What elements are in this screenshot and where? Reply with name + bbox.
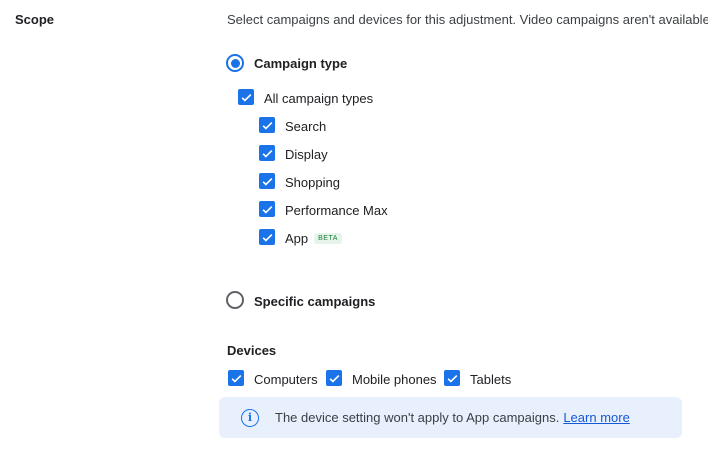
campaign-type-radio[interactable] bbox=[226, 54, 244, 72]
checkmark-icon bbox=[241, 93, 251, 102]
radio-dot bbox=[230, 58, 240, 68]
computers-checkbox[interactable] bbox=[228, 370, 244, 386]
performance-max-checkbox[interactable] bbox=[259, 201, 275, 217]
info-icon: i bbox=[241, 408, 259, 427]
shopping-label[interactable]: Shopping bbox=[285, 175, 340, 190]
search-label[interactable]: Search bbox=[285, 119, 326, 134]
tablets-label[interactable]: Tablets bbox=[470, 372, 511, 387]
all-campaign-types-checkbox[interactable] bbox=[238, 89, 254, 105]
app-checkbox[interactable] bbox=[259, 229, 275, 245]
specific-campaigns-label[interactable]: Specific campaigns bbox=[254, 294, 375, 309]
app-label: App bbox=[285, 231, 309, 246]
search-checkbox[interactable] bbox=[259, 117, 275, 133]
display-label[interactable]: Display bbox=[285, 147, 328, 162]
mobile-phones-checkbox[interactable] bbox=[326, 370, 342, 386]
checkmark-icon bbox=[262, 177, 272, 186]
info-text-wrap: The device setting won't apply to App ca… bbox=[275, 410, 630, 425]
scope-label: Scope bbox=[15, 12, 55, 27]
checkmark-icon bbox=[231, 374, 241, 383]
performance-max-label[interactable]: Performance Max bbox=[285, 203, 388, 218]
info-banner: i The device setting won't apply to App … bbox=[219, 397, 682, 438]
checkmark-icon bbox=[262, 121, 272, 130]
all-campaign-types-label[interactable]: All campaign types bbox=[264, 91, 373, 106]
checkmark-icon bbox=[329, 374, 339, 383]
beta-badge: BETA bbox=[314, 233, 342, 245]
checkmark-icon bbox=[447, 374, 457, 383]
checkmark-icon bbox=[262, 233, 272, 242]
scope-description: Select campaigns and devices for this ad… bbox=[227, 12, 708, 27]
app-label-group[interactable]: App BETA bbox=[285, 231, 342, 246]
checkmark-icon bbox=[262, 205, 272, 214]
shopping-checkbox[interactable] bbox=[259, 173, 275, 189]
info-text: The device setting won't apply to App ca… bbox=[275, 410, 560, 425]
mobile-phones-label[interactable]: Mobile phones bbox=[352, 372, 437, 387]
campaign-type-label[interactable]: Campaign type bbox=[254, 56, 347, 71]
computers-label[interactable]: Computers bbox=[254, 372, 318, 387]
tablets-checkbox[interactable] bbox=[444, 370, 460, 386]
learn-more-link[interactable]: Learn more bbox=[563, 410, 629, 425]
specific-campaigns-radio[interactable] bbox=[226, 291, 244, 309]
checkmark-icon bbox=[262, 149, 272, 158]
scope-description-text: Select campaigns and devices for this ad… bbox=[227, 12, 708, 27]
display-checkbox[interactable] bbox=[259, 145, 275, 161]
devices-title: Devices bbox=[227, 343, 277, 358]
